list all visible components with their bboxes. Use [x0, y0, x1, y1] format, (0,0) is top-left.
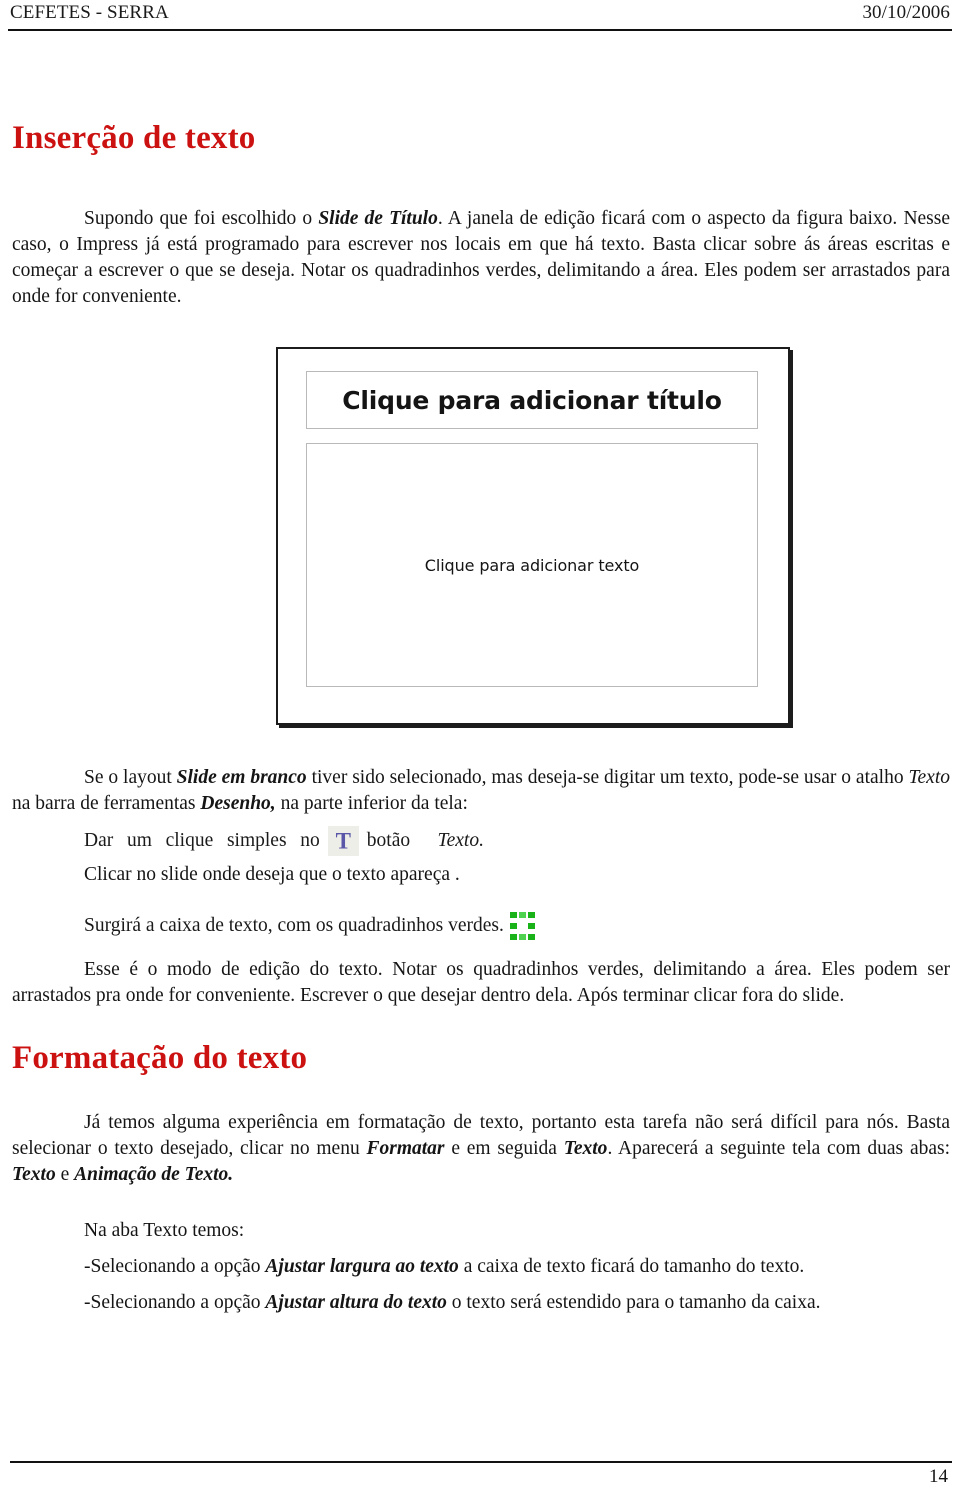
paragraph-intro-part1: Supondo que foi escolhido o — [84, 208, 319, 229]
step-word-botao: botão — [366, 830, 411, 851]
step-word-simples: simples — [226, 830, 287, 851]
slide-title-placeholder: Clique para adicionar título — [306, 371, 758, 429]
emphasis-desenho: Desenho, — [200, 793, 276, 814]
emphasis-ajustar-largura-ao-texto: Ajustar largura ao texto — [265, 1256, 459, 1277]
heading-formatacao-do-texto: Formatação do texto — [12, 1040, 308, 1076]
p2-part1: Se o layout — [84, 767, 177, 788]
step-word-um: um — [126, 830, 152, 851]
document-header: CEFETES - SERRA 30/10/2006 — [10, 2, 950, 24]
header-divider — [8, 29, 952, 31]
paragraph-slide-em-branco: Se o layout Slide em branco tiver sido s… — [12, 765, 950, 817]
p7-part2: e em seguida — [444, 1138, 564, 1159]
step-word-no: no — [300, 830, 320, 851]
step-word-dar: Dar — [84, 830, 114, 851]
emphasis-slide-de-titulo: Slide de Título — [318, 208, 438, 229]
paragraph-modo-de-edicao: Esse é o modo de edição do texto. Notar … — [12, 959, 950, 1006]
emphasis-animacao-de-texto: Animação de Texto. — [74, 1164, 234, 1185]
impress-slide-screenshot: Clique para adicionar título Clique para… — [276, 347, 790, 725]
p2-part2: tiver sido selecionado, mas deseja-se di… — [306, 767, 909, 788]
p7-part4: e — [55, 1164, 75, 1185]
emphasis-aba-texto: Texto — [12, 1164, 56, 1185]
p9-part1: -Selecionando a opção — [84, 1256, 266, 1277]
emphasis-ajustar-altura-do-texto: Ajustar altura do texto — [265, 1292, 447, 1313]
p9-part2: a caixa de texto ficará do tamanho do te… — [458, 1256, 805, 1277]
p10-part2: o texto será estendido para o tamanho da… — [446, 1292, 821, 1313]
green-selection-handles-icon — [509, 912, 536, 940]
step-surgira-text: Surgirá a caixa de texto, com os quadrad… — [84, 915, 504, 936]
text-tool-icon[interactable]: T — [327, 826, 359, 856]
step-clicar-no-slide: Clicar no slide onde deseja que o texto … — [84, 864, 460, 885]
paragraph-formatacao-intro: Já temos alguma experiência em formataçã… — [12, 1110, 950, 1188]
step-word-clique: clique — [165, 830, 214, 851]
header-date: 30/10/2006 — [862, 2, 950, 23]
step-dar-um-clique: Dar um clique simples no T botão Texto. — [84, 826, 484, 856]
step-word-texto: Texto. — [437, 830, 484, 851]
p10-part1: -Selecionando a opção — [84, 1292, 266, 1313]
emphasis-slide-em-branco: Slide em branco — [176, 767, 307, 788]
step-surgira-caixa-de-texto: Surgirá a caixa de texto, com os quadrad… — [84, 912, 536, 940]
p7-part3: . Aparecerá a seguinte tela com duas aba… — [607, 1138, 951, 1159]
bullet-ajustar-altura: -Selecionando a opção Ajustar altura do … — [84, 1290, 944, 1316]
p2-part3: na barra de ferramentas — [12, 793, 201, 814]
page-number: 14 — [929, 1466, 948, 1487]
heading-insercao-de-texto: Inserção de texto — [12, 120, 256, 156]
document-page: CEFETES - SERRA 30/10/2006 Inserção de t… — [0, 0, 960, 1498]
emphasis-formatar: Formatar — [366, 1138, 445, 1159]
emphasis-texto-atalho: Texto — [908, 767, 950, 788]
emphasis-texto-menu: Texto — [563, 1138, 608, 1159]
p2-part4: na parte inferior da tela: — [275, 793, 468, 814]
text-tool-icon-glyph: T — [335, 828, 351, 854]
footer-divider — [10, 1461, 952, 1463]
paragraph-na-aba-texto: Na aba Texto temos: — [84, 1220, 245, 1241]
paragraph-intro: Supondo que foi escolhido o Slide de Tít… — [12, 206, 950, 310]
bullet-ajustar-largura: -Selecionando a opção Ajustar largura ao… — [84, 1254, 944, 1280]
header-institution: CEFETES - SERRA — [10, 2, 169, 23]
slide-body-placeholder: Clique para adicionar texto — [306, 443, 758, 687]
